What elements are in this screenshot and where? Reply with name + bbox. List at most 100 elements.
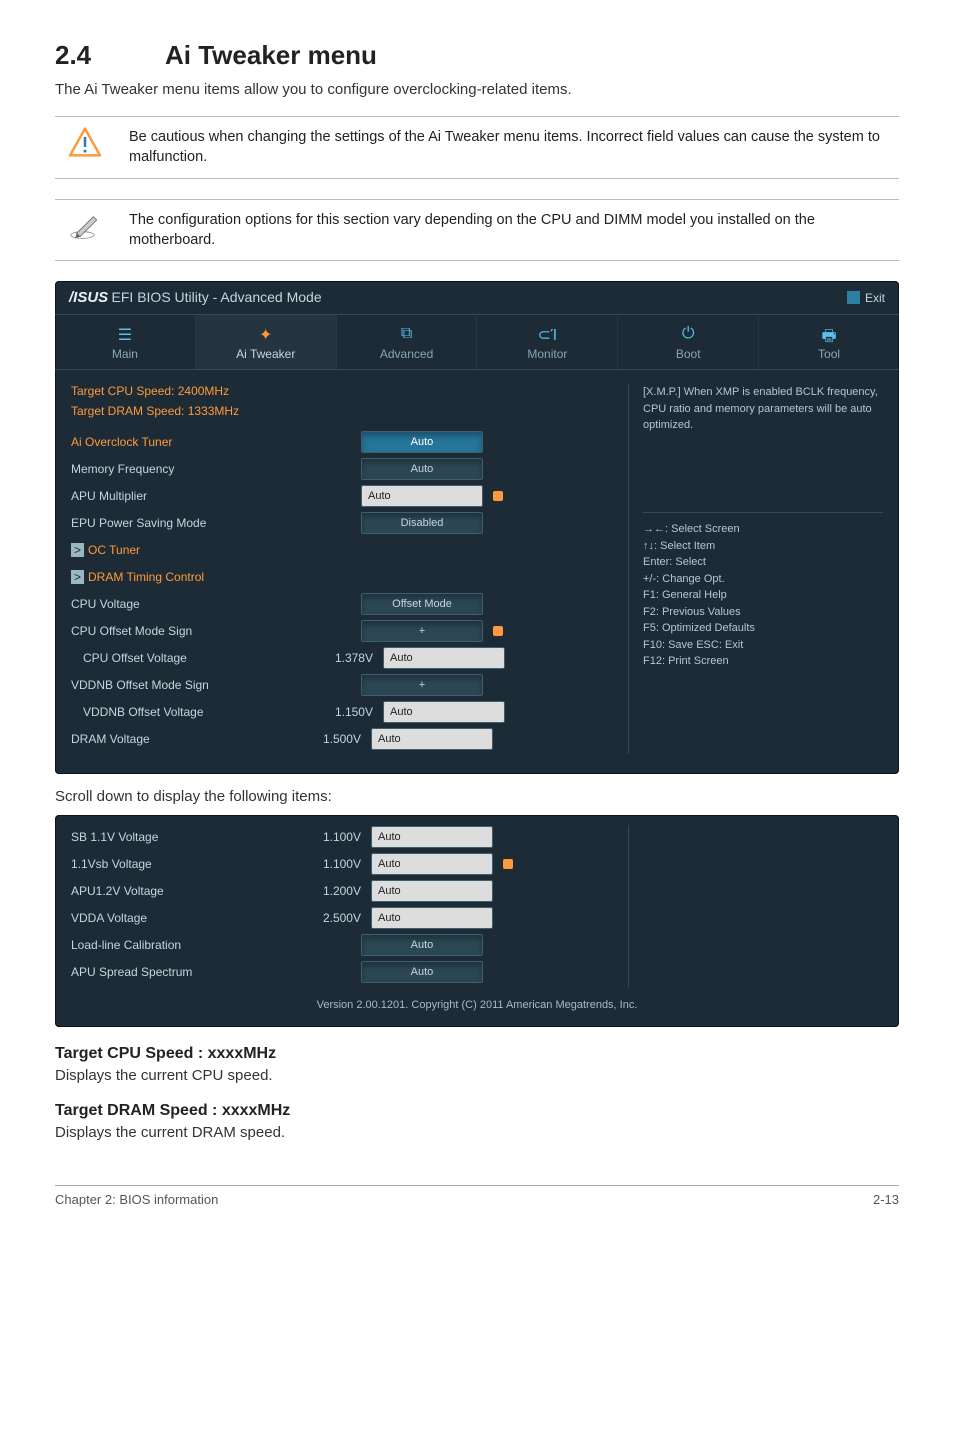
edit-value[interactable]: Auto [383, 647, 505, 669]
tab-label: Monitor [481, 347, 613, 361]
bios-help-panel-empty [628, 825, 883, 987]
dropdown-value[interactable]: Auto [361, 431, 483, 453]
setting-label: CPU Offset Mode Sign [71, 624, 291, 638]
setting-label: VDDA Voltage [71, 911, 291, 925]
tab-label: Tool [763, 347, 895, 361]
bios-help-panel: [X.M.P.] When XMP is enabled BCLK freque… [628, 384, 883, 754]
dropdown-value[interactable]: Offset Mode [361, 593, 483, 615]
setting-label: APU1.2V Voltage [71, 884, 291, 898]
edit-value[interactable]: Auto [371, 826, 493, 848]
bios-settings-panel: SB 1.1V Voltage 1.100V Auto 1.1Vsb Volta… [71, 825, 614, 987]
tab-label: Main [59, 347, 191, 361]
list-icon: ☰ [59, 325, 191, 343]
setting-label: CPU Voltage [71, 597, 291, 611]
door-icon [847, 291, 860, 304]
tab-main[interactable]: ☰ Main [55, 315, 196, 369]
bios-logo-title: /ISUS EFI BIOS Utility - Advanced Mode [69, 289, 322, 306]
row-apu1-2v-voltage[interactable]: APU1.2V Voltage 1.200V Auto [71, 879, 614, 903]
tab-monitor[interactable]: ⊂Ί Monitor [477, 315, 618, 369]
row-apu-multiplier[interactable]: APU Multiplier Auto [71, 484, 614, 508]
tab-ai-tweaker[interactable]: ✦ Ai Tweaker [196, 315, 337, 369]
setting-label: CPU Offset Voltage [71, 651, 303, 665]
target-cpu-speed: Target CPU Speed: 2400MHz [71, 384, 614, 398]
scroll-thumb-icon[interactable] [503, 859, 513, 869]
row-cpu-offset-voltage[interactable]: CPU Offset Voltage 1.378V Auto [71, 646, 614, 670]
dropdown-value[interactable]: + [361, 620, 483, 642]
bios-logo: /ISUS [69, 289, 108, 306]
scroll-instruction: Scroll down to display the following ite… [55, 788, 899, 805]
readout-value: 1.378V [303, 651, 383, 665]
warning-icon [55, 127, 115, 157]
bios-screenshot-scrolled: SB 1.1V Voltage 1.100V Auto 1.1Vsb Volta… [55, 815, 899, 1027]
bios-version-line: Version 2.00.1201. Copyright (C) 2011 Am… [55, 993, 899, 1013]
setting-label: VDDNB Offset Voltage [71, 705, 303, 719]
edit-value[interactable]: Auto [361, 485, 483, 507]
setting-label: >OC Tuner [71, 543, 291, 557]
row-dram-timing-control[interactable]: >DRAM Timing Control [71, 565, 614, 589]
row-vdda-voltage[interactable]: VDDA Voltage 2.500V Auto [71, 906, 614, 930]
dropdown-value[interactable]: Disabled [361, 512, 483, 534]
chip-icon: ⧉ [341, 325, 473, 343]
section-intro: The Ai Tweaker menu items allow you to c… [55, 81, 899, 98]
dropdown-value[interactable]: + [361, 674, 483, 696]
row-sb-1-1v-voltage[interactable]: SB 1.1V Voltage 1.100V Auto [71, 825, 614, 849]
row-cpu-voltage[interactable]: CPU Voltage Offset Mode [71, 592, 614, 616]
edit-value[interactable]: Auto [371, 907, 493, 929]
setting-label: EPU Power Saving Mode [71, 516, 291, 530]
target-cpu-desc: Displays the current CPU speed. [55, 1067, 899, 1084]
row-vddnb-offset-voltage[interactable]: VDDNB Offset Voltage 1.150V Auto [71, 700, 614, 724]
setting-label: Load-line Calibration [71, 938, 291, 952]
readout-value: 1.150V [303, 705, 383, 719]
setting-label: DRAM Voltage [71, 732, 291, 746]
row-epu-power-saving[interactable]: EPU Power Saving Mode Disabled [71, 511, 614, 535]
row-oc-tuner[interactable]: >OC Tuner [71, 538, 614, 562]
pen-icon [55, 210, 115, 240]
target-dram-heading: Target DRAM Speed : xxxxMHz [55, 1102, 899, 1120]
readout-value: 2.500V [291, 911, 371, 925]
readout-value: 1.200V [291, 884, 371, 898]
tab-boot[interactable]: ⏻ Boot [618, 315, 759, 369]
section-number: 2.4 [55, 40, 165, 71]
scroll-thumb-icon[interactable] [493, 626, 503, 636]
row-1-1vsb-voltage[interactable]: 1.1Vsb Voltage 1.100V Auto [71, 852, 614, 876]
chevron-right-icon: > [71, 570, 84, 584]
tab-label: Advanced [341, 347, 473, 361]
setting-label: 1.1Vsb Voltage [71, 857, 291, 871]
page-footer: Chapter 2: BIOS information 2-13 [55, 1185, 899, 1207]
target-cpu-heading: Target CPU Speed : xxxxMHz [55, 1045, 899, 1063]
readout-value: 1.100V [291, 830, 371, 844]
setting-label: >DRAM Timing Control [71, 570, 291, 584]
warning-note: Be cautious when changing the settings o… [55, 116, 899, 179]
target-dram-desc: Displays the current DRAM speed. [55, 1124, 899, 1141]
edit-value[interactable]: Auto [383, 701, 505, 723]
edit-value[interactable]: Auto [371, 880, 493, 902]
tool-icon: 🖶 [763, 325, 895, 343]
dropdown-value[interactable]: Auto [361, 458, 483, 480]
edit-value[interactable]: Auto [371, 853, 493, 875]
exit-button[interactable]: Exit [847, 291, 885, 305]
bios-screenshot-main: /ISUS EFI BIOS Utility - Advanced Mode E… [55, 281, 899, 774]
row-vddnb-offset-mode-sign[interactable]: VDDNB Offset Mode Sign + [71, 673, 614, 697]
dropdown-value[interactable]: Auto [361, 934, 483, 956]
dropdown-value[interactable]: Auto [361, 961, 483, 983]
row-load-line-calibration[interactable]: Load-line Calibration Auto [71, 933, 614, 957]
edit-value[interactable]: Auto [371, 728, 493, 750]
row-cpu-offset-mode-sign[interactable]: CPU Offset Mode Sign + [71, 619, 614, 643]
section-title-text: Ai Tweaker menu [165, 40, 377, 70]
row-dram-voltage[interactable]: DRAM Voltage 1.500V Auto [71, 727, 614, 751]
row-apu-spread-spectrum[interactable]: APU Spread Spectrum Auto [71, 960, 614, 984]
setting-label: Memory Frequency [71, 462, 291, 476]
help-keys: →←: Select Screen ↑↓: Select Item Enter:… [643, 512, 883, 670]
tab-advanced[interactable]: ⧉ Advanced [337, 315, 478, 369]
setting-label: VDDNB Offset Mode Sign [71, 678, 291, 692]
row-ai-overclock-tuner[interactable]: Ai Overclock Tuner Auto [71, 430, 614, 454]
target-dram-speed: Target DRAM Speed: 1333MHz [71, 404, 614, 418]
tab-tool[interactable]: 🖶 Tool [759, 315, 899, 369]
bios-tab-bar: ☰ Main ✦ Ai Tweaker ⧉ Advanced ⊂Ί Monito… [55, 314, 899, 370]
tab-label: Ai Tweaker [200, 347, 332, 361]
info-note: The configuration options for this secti… [55, 199, 899, 262]
row-memory-frequency[interactable]: Memory Frequency Auto [71, 457, 614, 481]
setting-label: SB 1.1V Voltage [71, 830, 291, 844]
bios-settings-panel: Target CPU Speed: 2400MHz Target DRAM Sp… [71, 384, 614, 754]
scroll-thumb-icon[interactable] [493, 491, 503, 501]
